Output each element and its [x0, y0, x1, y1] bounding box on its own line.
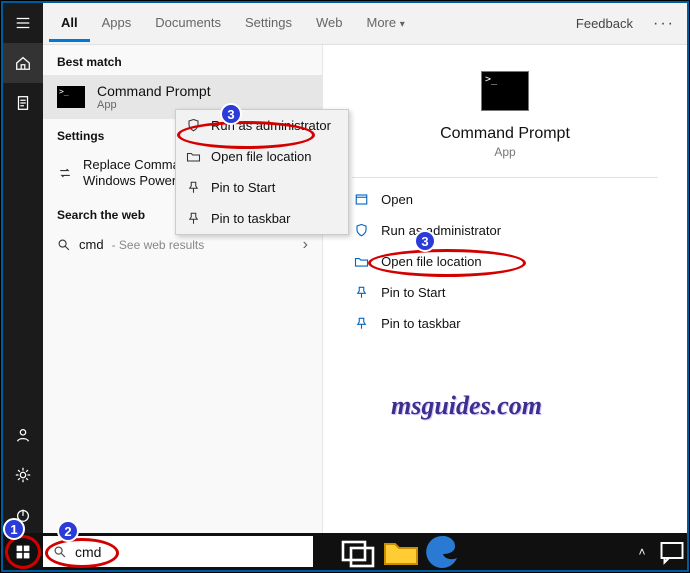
more-options-button[interactable]: ··· [647, 7, 681, 41]
preview-title: Command Prompt [440, 125, 570, 143]
folder-icon [354, 254, 369, 269]
action-open-file-location[interactable]: Open file location [352, 246, 658, 277]
tray-chevron-up[interactable]: ˄ [627, 533, 657, 570]
gear-icon[interactable] [3, 455, 43, 495]
tab-more[interactable]: More ▾ [355, 5, 417, 42]
pin-icon [186, 180, 201, 195]
ctx-open-file-location[interactable]: Open file location [176, 141, 348, 172]
chevron-down-icon: ▾ [400, 19, 405, 30]
section-best-match: Best match [43, 45, 322, 75]
search-tabs: All Apps Documents Settings Web More ▾ F… [43, 3, 687, 45]
preview-column: Command Prompt App Open Run as administr… [323, 45, 687, 535]
chevron-right-icon: › [303, 236, 308, 254]
document-rail-icon[interactable] [3, 83, 43, 123]
ctx-pin-to-start[interactable]: Pin to Start [176, 172, 348, 203]
pin-icon [354, 285, 369, 300]
power-icon[interactable] [3, 495, 43, 535]
task-view-button[interactable] [339, 533, 379, 570]
action-center-button[interactable] [657, 533, 687, 570]
action-open[interactable]: Open [352, 184, 658, 215]
search-icon [57, 238, 71, 252]
tab-settings[interactable]: Settings [233, 5, 304, 42]
action-pin-to-taskbar[interactable]: Pin to taskbar [352, 308, 658, 339]
search-panel: All Apps Documents Settings Web More ▾ F… [43, 3, 687, 535]
action-run-as-admin[interactable]: Run as administrator [352, 215, 658, 246]
context-menu: Run as administrator Open file location … [175, 109, 349, 235]
taskbar-search-box[interactable]: cmd [43, 536, 313, 567]
action-list: Open Run as administrator Open file loca… [352, 184, 658, 339]
action-pin-to-start[interactable]: Pin to Start [352, 277, 658, 308]
tab-documents[interactable]: Documents [143, 5, 233, 42]
edge-icon [423, 532, 463, 572]
system-tray: ˄ [627, 533, 687, 570]
account-icon[interactable] [3, 415, 43, 455]
task-view-icon [339, 532, 379, 572]
edge-button[interactable] [423, 533, 463, 570]
preview-header: Command Prompt App [323, 45, 687, 159]
web-hint: - See web results [112, 238, 205, 252]
taskbar-pinned [339, 533, 463, 570]
results-column: Best match Command Prompt App Settings R… [43, 45, 323, 535]
preview-subtitle: App [494, 145, 515, 159]
notification-icon [657, 537, 687, 567]
folder-icon [186, 149, 201, 164]
open-icon [354, 192, 369, 207]
file-explorer-button[interactable] [381, 533, 421, 570]
search-body: Best match Command Prompt App Settings R… [43, 45, 687, 535]
screenshot-frame: All Apps Documents Settings Web More ▾ F… [0, 0, 690, 573]
home-icon[interactable] [3, 43, 43, 83]
web-query: cmd [79, 237, 104, 252]
ctx-pin-to-taskbar[interactable]: Pin to taskbar [176, 203, 348, 234]
swap-icon [57, 165, 73, 181]
folder-icon [381, 532, 421, 572]
tab-all[interactable]: All [49, 5, 90, 42]
pin-icon [186, 211, 201, 226]
command-prompt-icon [57, 86, 85, 108]
separator [352, 177, 658, 178]
search-icon [53, 545, 67, 559]
taskbar: cmd ˄ [3, 533, 687, 570]
tab-web[interactable]: Web [304, 5, 355, 42]
command-prompt-icon [481, 71, 529, 111]
start-left-rail [3, 3, 43, 535]
hamburger-icon[interactable] [3, 3, 43, 43]
pin-icon [354, 316, 369, 331]
shield-icon [354, 223, 369, 238]
feedback-link[interactable]: Feedback [566, 10, 643, 37]
search-input-value: cmd [75, 544, 101, 560]
shield-icon [186, 118, 201, 133]
ctx-run-as-admin[interactable]: Run as administrator [176, 110, 348, 141]
start-button[interactable] [3, 533, 43, 570]
best-match-title: Command Prompt [97, 83, 211, 99]
chevron-up-icon: ˄ [638, 545, 645, 559]
windows-logo-icon [15, 544, 31, 560]
tab-apps[interactable]: Apps [90, 5, 144, 42]
